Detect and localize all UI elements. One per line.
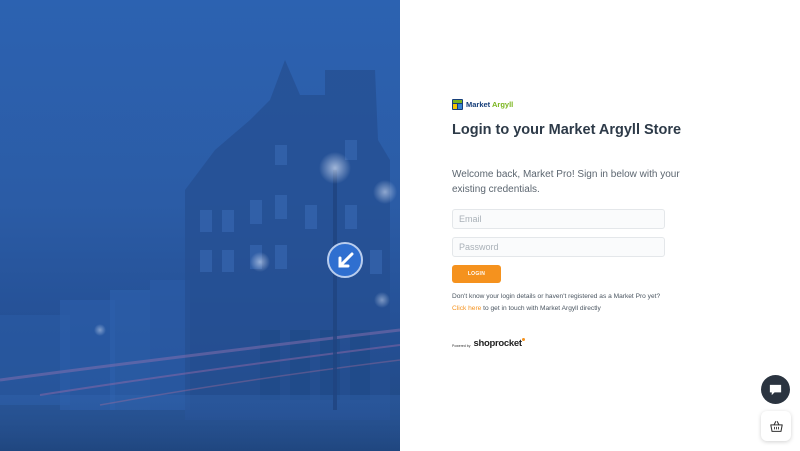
powered-by-label: Powered by (452, 344, 471, 348)
email-field[interactable] (452, 209, 665, 229)
shoprocket-logo: shoprocket (473, 338, 525, 349)
help-text-prefix: Don't know your login details or haven't… (452, 293, 661, 300)
page-title: Login to your Market Argyll Store (452, 122, 682, 138)
market-argyll-logo-icon (452, 99, 463, 110)
cart-button[interactable] (761, 411, 791, 441)
password-field[interactable] (452, 237, 665, 257)
brand[interactable]: Market Argyll (452, 99, 513, 110)
shoprocket-dot-icon (521, 338, 525, 341)
chat-bubble-icon (769, 384, 782, 396)
login-subtitle: Welcome back, Market Pro! Sign in below … (452, 169, 680, 195)
brand-name: Market Argyll (466, 99, 513, 110)
chat-button[interactable] (761, 375, 790, 404)
login-button[interactable]: LOGIN (452, 265, 501, 283)
hero-image (0, 0, 400, 451)
street-scene-illustration (0, 60, 400, 451)
help-text: Don't know your login details or haven't… (452, 291, 667, 315)
help-text-suffix: to get in touch with Market Argyll direc… (483, 305, 601, 312)
brand-name-part2: Argyll (492, 100, 514, 109)
powered-by-shoprocket[interactable]: Powered by shoprocket (452, 338, 525, 349)
basket-icon (769, 420, 783, 432)
contact-link[interactable]: Click here (452, 305, 481, 312)
shoprocket-wordmark: shoprocket (473, 338, 522, 349)
brand-name-part1: Market (466, 100, 491, 109)
login-panel: Market Argyll Login to your Market Argyl… (400, 0, 800, 451)
